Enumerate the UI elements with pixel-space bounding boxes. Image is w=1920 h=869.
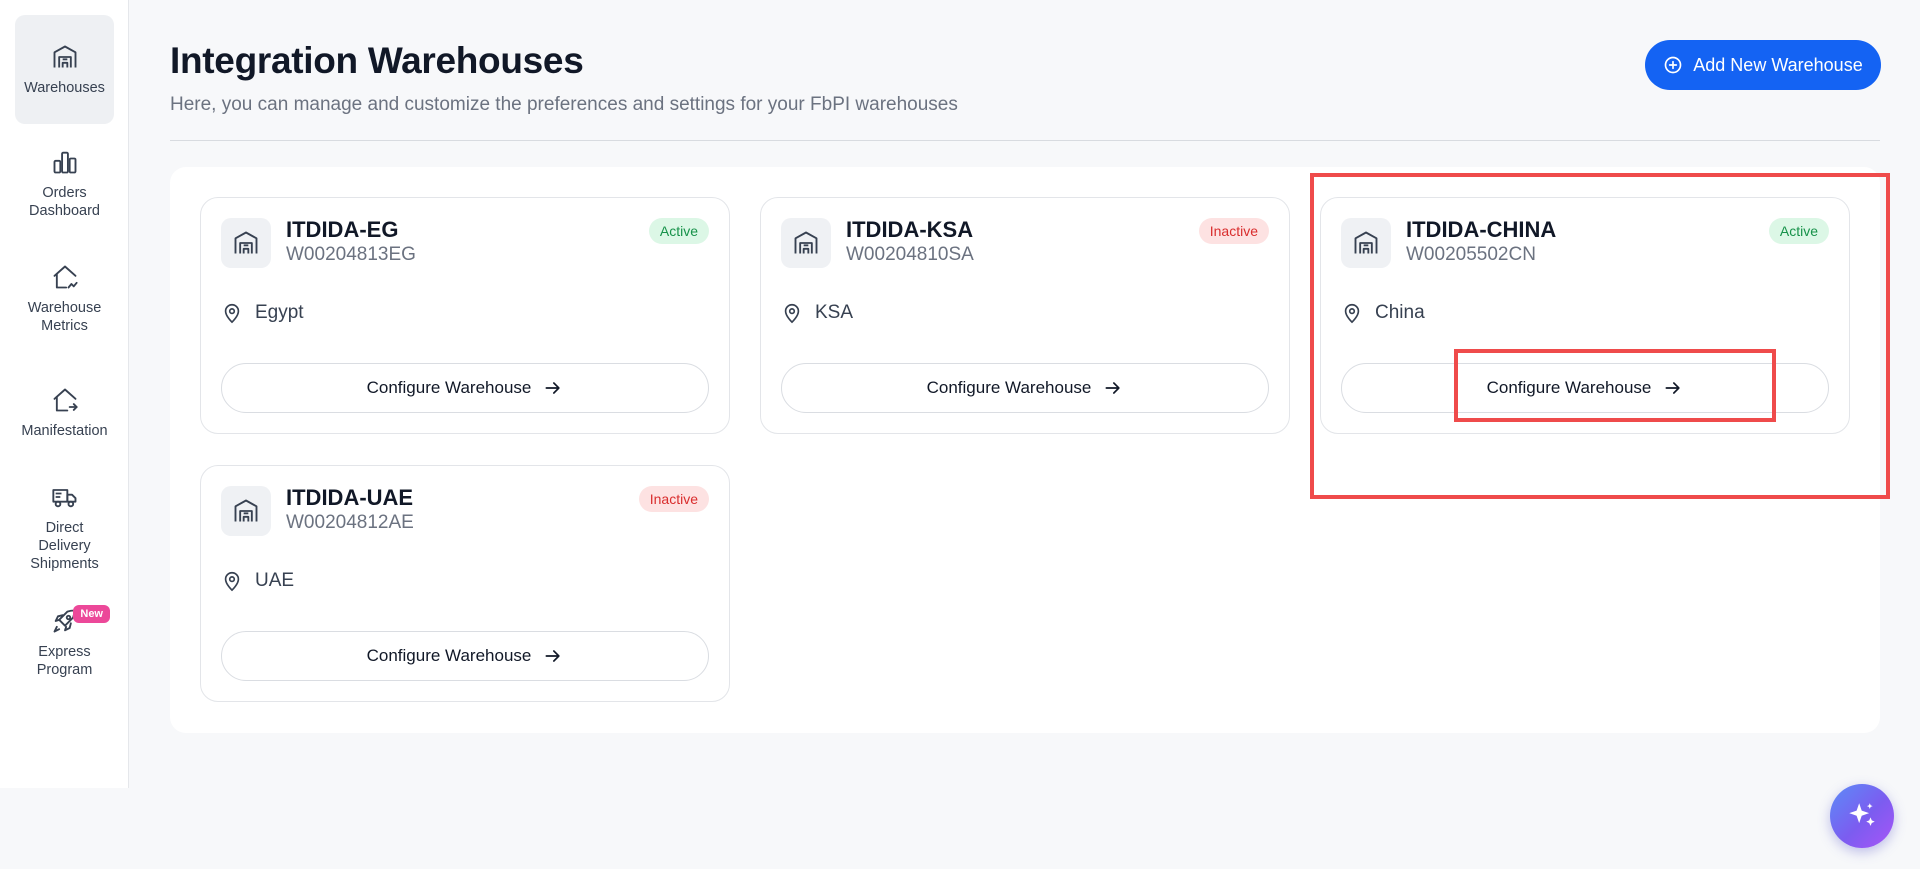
location-label: Egypt: [255, 302, 304, 323]
warehouse-location: UAE: [221, 570, 294, 592]
sparkles-icon: [1849, 803, 1875, 826]
sidebar-item-express-program[interactable]: New Express Program: [15, 605, 114, 687]
status-badge: Inactive: [1198, 218, 1269, 244]
highlight-box-configure: [1454, 349, 1776, 422]
home-export-icon: [53, 388, 78, 412]
warehouse-location: KSA: [781, 302, 853, 324]
arrow-right-icon: [545, 382, 561, 394]
location-label: UAE: [255, 570, 295, 591]
configure-warehouse-label: Configure Warehouse: [366, 378, 532, 397]
warehouse-code: W00204812AE: [286, 512, 414, 533]
sidebar-item-label: Express Program: [36, 644, 93, 678]
sidebar-item-orders-dashboard[interactable]: Orders Dashboard: [15, 148, 114, 228]
warehouse-card: ITDIDA-KSA W00204810SA Inactive KSA Conf…: [760, 197, 1290, 434]
map-pin-icon: [784, 303, 800, 324]
status-badge: Inactive: [638, 486, 709, 512]
configure-warehouse-label: Configure Warehouse: [926, 378, 1092, 397]
add-new-warehouse-label: Add New Warehouse: [1693, 54, 1863, 75]
sidebar-item-direct-delivery[interactable]: Direct Delivery Shipments: [15, 483, 114, 583]
warehouse-icon: [53, 45, 76, 68]
warehouse-name: ITDIDA-KSA: [846, 217, 974, 242]
warehouse-code: W00204810SA: [846, 244, 974, 265]
arrow-right-icon: [1105, 382, 1121, 394]
highlight-box-card: [1310, 173, 1890, 499]
add-new-warehouse-button[interactable]: Add New Warehouse: [1645, 40, 1881, 90]
page-subtitle: Here, you can manage and customize the p…: [170, 94, 958, 115]
sidebar-item-label: Direct Delivery Shipments: [30, 520, 99, 572]
truck-icon: [51, 489, 76, 508]
status-badge: Active: [648, 218, 709, 244]
arrow-right-icon: [545, 650, 561, 662]
header-divider: [170, 140, 1880, 141]
warehouse-card: ITDIDA-UAE W00204812AE Inactive UAE Conf…: [200, 465, 730, 702]
warehouse-location: Egypt: [221, 302, 304, 324]
sidebar-item-label: Warehouses: [24, 80, 105, 96]
page-title: Integration Warehouses: [170, 40, 584, 81]
map-pin-icon: [224, 303, 240, 324]
location-label: KSA: [815, 302, 854, 323]
bar-chart-icon: [53, 151, 76, 174]
sidebar-item-label: Warehouse Metrics: [27, 300, 102, 334]
plus-circle-icon: [1664, 56, 1682, 74]
warehouse-name: ITDIDA-EG: [286, 217, 399, 242]
sidebar-item-warehouses[interactable]: Warehouses: [15, 15, 114, 124]
configure-warehouse-label: Configure Warehouse: [366, 646, 532, 665]
sidebar-item-label: Orders Dashboard: [29, 185, 100, 219]
warehouse-icon: [781, 218, 831, 268]
sidebar-item-manifestation[interactable]: Manifestation: [15, 386, 114, 446]
sidebar-item-warehouse-metrics[interactable]: Warehouse Metrics: [15, 263, 114, 343]
configure-warehouse-button[interactable]: Configure Warehouse: [221, 631, 709, 681]
warehouse-icon: [221, 218, 271, 268]
home-metrics-icon: [53, 265, 78, 289]
warehouse-icon: [221, 486, 271, 536]
sidebar-item-label: Manifestation: [21, 423, 108, 439]
configure-warehouse-button[interactable]: Configure Warehouse: [781, 363, 1269, 413]
warehouse-card: ITDIDA-EG W00204813EG Active Egypt Confi…: [200, 197, 730, 434]
ai-assistant-button[interactable]: [1830, 784, 1894, 848]
configure-warehouse-button[interactable]: Configure Warehouse: [221, 363, 709, 413]
new-badge: New: [73, 605, 110, 623]
warehouse-name: ITDIDA-UAE: [286, 485, 414, 510]
sidebar: Warehouses Orders Dashboard Warehouse Me…: [0, 0, 129, 788]
warehouse-code: W00204813EG: [286, 244, 416, 265]
map-pin-icon: [224, 571, 240, 592]
